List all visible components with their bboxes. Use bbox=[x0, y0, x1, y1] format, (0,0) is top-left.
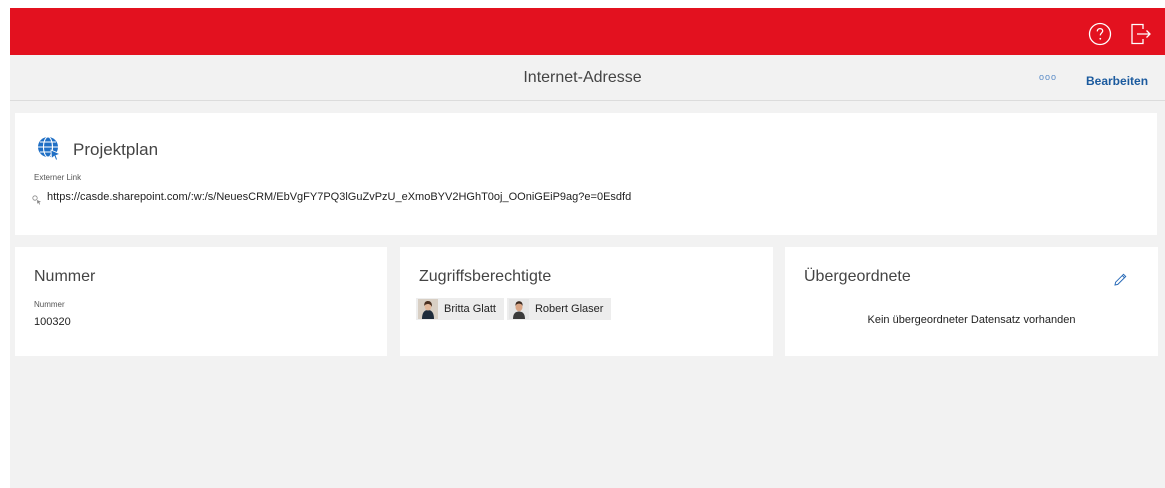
globe-link-icon bbox=[36, 135, 62, 161]
user-name: Robert Glaser bbox=[534, 303, 604, 315]
number-card: Nummer Nummer 100320 bbox=[15, 247, 387, 356]
help-circle-icon[interactable] bbox=[1088, 22, 1112, 46]
user-chip[interactable]: Britta Glatt bbox=[416, 298, 504, 320]
avatar bbox=[508, 299, 529, 319]
external-link-url[interactable]: https://casde.sharepoint.com/:w:/s/Neues… bbox=[47, 191, 631, 203]
link-name: Projektplan bbox=[73, 140, 159, 159]
access-card-title: Zugriffsberechtigte bbox=[419, 268, 552, 285]
title-bar: Internet-Adresse ooo Bearbeiten bbox=[10, 55, 1165, 101]
access-card: Zugriffsberechtigte Britta Glatt Robert … bbox=[400, 247, 773, 356]
avatar bbox=[418, 299, 438, 319]
small-link-icon bbox=[32, 192, 42, 205]
link-card: Projektplan Externer Link https://casde.… bbox=[15, 113, 1157, 235]
number-label: Nummer bbox=[34, 300, 65, 309]
pencil-edit-icon[interactable] bbox=[1112, 272, 1128, 288]
logout-icon[interactable] bbox=[1128, 22, 1152, 46]
app-window: Internet-Adresse ooo Bearbeiten Projektp… bbox=[10, 8, 1165, 488]
number-value: 100320 bbox=[34, 316, 71, 328]
external-link-row[interactable]: https://casde.sharepoint.com/:w:/s/Neues… bbox=[32, 191, 631, 205]
user-name: Britta Glatt bbox=[444, 303, 496, 315]
user-chip[interactable]: Robert Glaser bbox=[506, 298, 612, 320]
no-parent-message: Kein übergeordneter Datensatz vorhanden bbox=[867, 314, 1076, 326]
number-card-title: Nummer bbox=[34, 268, 96, 285]
edit-button[interactable]: Bearbeiten bbox=[1086, 74, 1148, 88]
top-bar bbox=[10, 8, 1165, 55]
access-user-list: Britta Glatt Robert Glaser bbox=[416, 298, 612, 320]
parent-card: Übergeordnete Kein übergeordneter Datens… bbox=[785, 247, 1158, 356]
external-link-label: Externer Link bbox=[34, 173, 82, 182]
parent-card-title: Übergeordnete bbox=[804, 268, 911, 285]
page-title: Internet-Adresse bbox=[523, 69, 642, 86]
more-options-button[interactable]: ooo bbox=[1039, 72, 1057, 82]
